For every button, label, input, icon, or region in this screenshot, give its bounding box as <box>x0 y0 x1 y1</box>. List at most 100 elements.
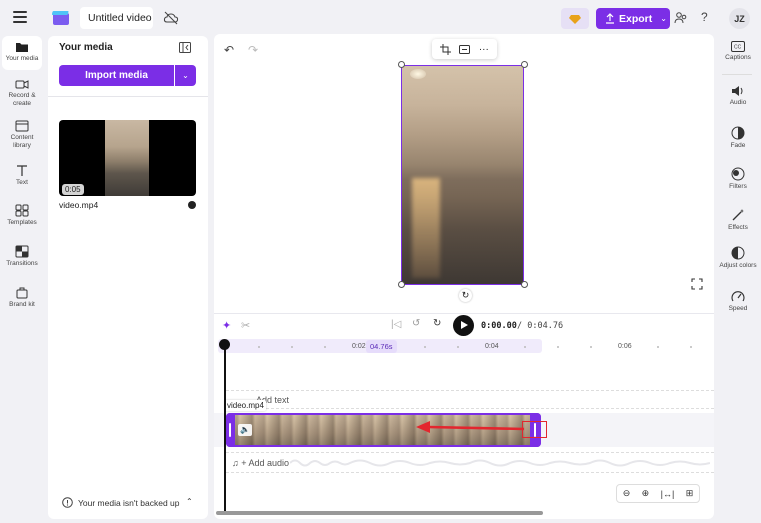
nav-label: Record & create <box>8 92 36 107</box>
captions-icon: CC <box>731 41 745 52</box>
crop-icon[interactable] <box>440 43 452 55</box>
project-title[interactable]: Untitled video <box>80 7 153 29</box>
import-media-button[interactable]: Import media <box>59 65 174 86</box>
tool-adjust-colors[interactable]: Adjust colors <box>718 246 758 270</box>
tool-effects[interactable]: Effects <box>718 208 758 232</box>
ruler-dot <box>258 346 260 348</box>
ruler-dot <box>657 346 659 348</box>
panel-title: Your media <box>59 42 113 53</box>
zoom-out-icon[interactable]: ⊖ <box>623 488 631 499</box>
current-time: 0:00.00 <box>481 321 517 331</box>
nav-content-library[interactable]: Content library <box>2 119 42 149</box>
tool-fade[interactable]: Fade <box>718 126 758 150</box>
nav-transitions[interactable]: Transitions <box>2 245 42 268</box>
ruler-dot <box>524 346 526 348</box>
annotation-arrow <box>416 421 525 433</box>
tool-speed[interactable]: Speed <box>718 290 758 313</box>
resize-handle[interactable] <box>398 281 405 288</box>
resize-handle[interactable] <box>521 61 528 68</box>
nav-your-media[interactable]: Your media <box>2 36 42 70</box>
left-nav: Your media Record & create Content libra… <box>0 36 44 523</box>
collapse-panel-icon[interactable] <box>179 42 191 53</box>
ruler-dot <box>457 346 459 348</box>
rewind-5-icon[interactable]: ↺ <box>412 318 420 329</box>
nav-brand-kit[interactable]: Brand kit <box>2 286 42 309</box>
fit-icon[interactable] <box>459 44 471 54</box>
nav-label: Text <box>16 179 28 186</box>
ruler-dot <box>690 346 692 348</box>
menu-icon[interactable] <box>13 11 27 23</box>
resize-handle[interactable] <box>521 281 528 288</box>
fullscreen-icon[interactable] <box>691 278 703 290</box>
zoom-in-icon[interactable]: ⊕ <box>642 488 650 499</box>
resize-handle[interactable] <box>398 61 405 68</box>
media-panel: Your media Import media ⌄ 0:05 video.mp4… <box>48 36 208 519</box>
tool-captions[interactable]: CC Captions <box>718 41 758 62</box>
transitions-icon <box>15 245 29 258</box>
premium-button[interactable] <box>561 8 589 29</box>
expand-timeline-icon[interactable]: ⊞ <box>686 488 694 499</box>
avatar[interactable]: JZ <box>729 8 750 29</box>
speedometer-icon <box>731 291 745 302</box>
music-note-icon: ♫ <box>232 458 239 468</box>
zoom-controls: ⊖ ⊕ |↔| ⊞ <box>616 484 700 503</box>
nav-record-create[interactable]: Record & create <box>2 78 42 107</box>
play-button[interactable] <box>453 315 474 336</box>
fit-width-icon[interactable]: |↔| <box>661 489 675 499</box>
tool-label: Adjust colors <box>719 262 757 269</box>
clipchamp-logo <box>52 11 69 25</box>
tool-filters[interactable]: Filters <box>718 167 758 191</box>
import-dropdown-button[interactable]: ⌄ <box>175 65 196 86</box>
library-icon <box>15 120 29 132</box>
share-people-icon[interactable] <box>674 11 688 25</box>
backup-notice[interactable]: Your media isn't backed up <box>62 497 180 508</box>
ruler-mark: 0:02 <box>352 343 366 350</box>
video-preview[interactable] <box>401 65 524 285</box>
thumbnail-image <box>105 120 149 196</box>
playhead-line[interactable] <box>224 344 226 512</box>
divider <box>722 74 752 75</box>
ruler-dot <box>424 346 426 348</box>
magic-sparkle-icon[interactable]: ✦ <box>222 319 231 332</box>
tool-label: Fade <box>730 142 746 149</box>
skip-back-icon[interactable]: |◁ <box>391 319 401 330</box>
ruler-mark: 0:04 <box>485 343 499 350</box>
duration-badge: 04.76s <box>366 340 397 353</box>
annotation-highlight-box <box>522 421 547 438</box>
audio-waveform-placeholder <box>290 459 710 467</box>
ruler-dot <box>291 346 293 348</box>
undo-icon[interactable]: ↶ <box>224 43 234 57</box>
nav-templates[interactable]: Templates <box>2 204 42 227</box>
sun-highlight <box>410 69 426 79</box>
speaker-icon[interactable]: 🔈 <box>238 424 252 436</box>
playhead-handle[interactable] <box>219 339 230 350</box>
add-audio[interactable]: ♫ + Add audio <box>232 458 289 468</box>
cloud-off-icon[interactable] <box>163 10 179 26</box>
diamond-icon <box>569 14 581 24</box>
redo-icon[interactable]: ↷ <box>248 43 258 57</box>
camera-icon <box>15 80 29 89</box>
help-icon[interactable]: ? <box>701 10 708 24</box>
timeline-scrollbar[interactable] <box>216 511 543 515</box>
more-icon[interactable]: ··· <box>479 44 489 55</box>
rotate-icon[interactable]: ↻ <box>459 289 472 302</box>
clip-trim-handle-left[interactable] <box>226 413 235 447</box>
text-track[interactable] <box>226 390 714 409</box>
backup-text: Your media isn't backed up <box>78 497 180 508</box>
text-icon <box>17 165 27 176</box>
duration-badge: 0:05 <box>62 184 84 195</box>
nav-text[interactable]: Text <box>2 164 42 187</box>
forward-5-icon[interactable]: ↻ <box>433 318 441 329</box>
scissors-icon[interactable]: ✂ <box>241 319 250 332</box>
chevron-up-icon[interactable]: ⌃ <box>186 497 193 506</box>
fade-icon <box>731 126 745 140</box>
svg-text:CC: CC <box>734 45 742 51</box>
water-reflection <box>412 178 440 278</box>
brand-kit-icon <box>16 287 28 299</box>
tool-label: Speed <box>728 305 748 312</box>
export-button[interactable]: Export ⌄ <box>596 8 670 29</box>
tool-audio[interactable]: Audio <box>718 85 758 107</box>
media-thumbnail[interactable]: 0:05 <box>59 120 196 196</box>
tool-label: Audio <box>729 99 747 106</box>
info-icon <box>62 497 73 508</box>
